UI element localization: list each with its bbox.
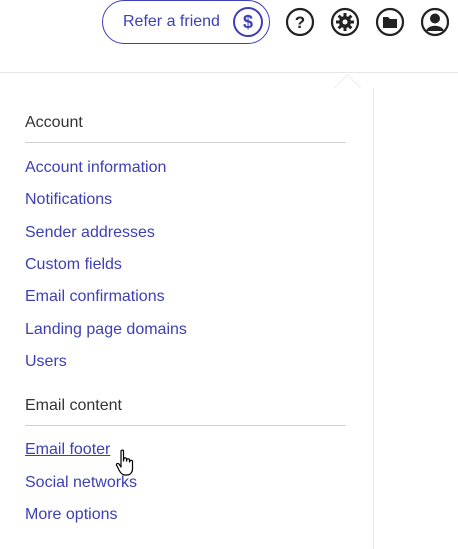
user-icon	[420, 7, 450, 37]
menu-item-more-options[interactable]: More options	[25, 506, 118, 524]
menu-item-users[interactable]: Users	[25, 353, 67, 371]
dollar-icon: $	[233, 7, 263, 37]
settings-button[interactable]	[330, 7, 360, 37]
help-button[interactable]: ?	[285, 7, 315, 37]
menu-item-notifications[interactable]: Notifications	[25, 191, 112, 209]
section-divider	[25, 142, 346, 143]
section-title-account: Account	[25, 114, 83, 131]
menu-item-landing-page-domains[interactable]: Landing page domains	[25, 321, 187, 339]
svg-text:?: ?	[295, 13, 305, 32]
help-icon: ?	[285, 7, 315, 37]
hand-cursor-icon	[115, 449, 134, 476]
refer-a-friend-label: Refer a friend	[123, 13, 220, 30]
menu-item-account-information[interactable]: Account information	[25, 159, 166, 177]
section-title-email-content: Email content	[25, 397, 122, 414]
menu-item-email-confirmations[interactable]: Email confirmations	[25, 288, 165, 306]
menu-item-email-footer[interactable]: Email footer	[25, 441, 110, 459]
refer-a-friend-button[interactable]: Refer a friend $	[102, 0, 270, 44]
menu-item-custom-fields[interactable]: Custom fields	[25, 256, 122, 274]
folder-icon	[375, 7, 405, 37]
top-bar: Refer a friend $ ?	[0, 0, 458, 73]
gear-icon	[330, 7, 360, 37]
folder-button[interactable]	[375, 7, 405, 37]
profile-button[interactable]	[420, 7, 450, 37]
menu-item-sender-addresses[interactable]: Sender addresses	[25, 224, 155, 242]
section-divider	[25, 425, 346, 426]
